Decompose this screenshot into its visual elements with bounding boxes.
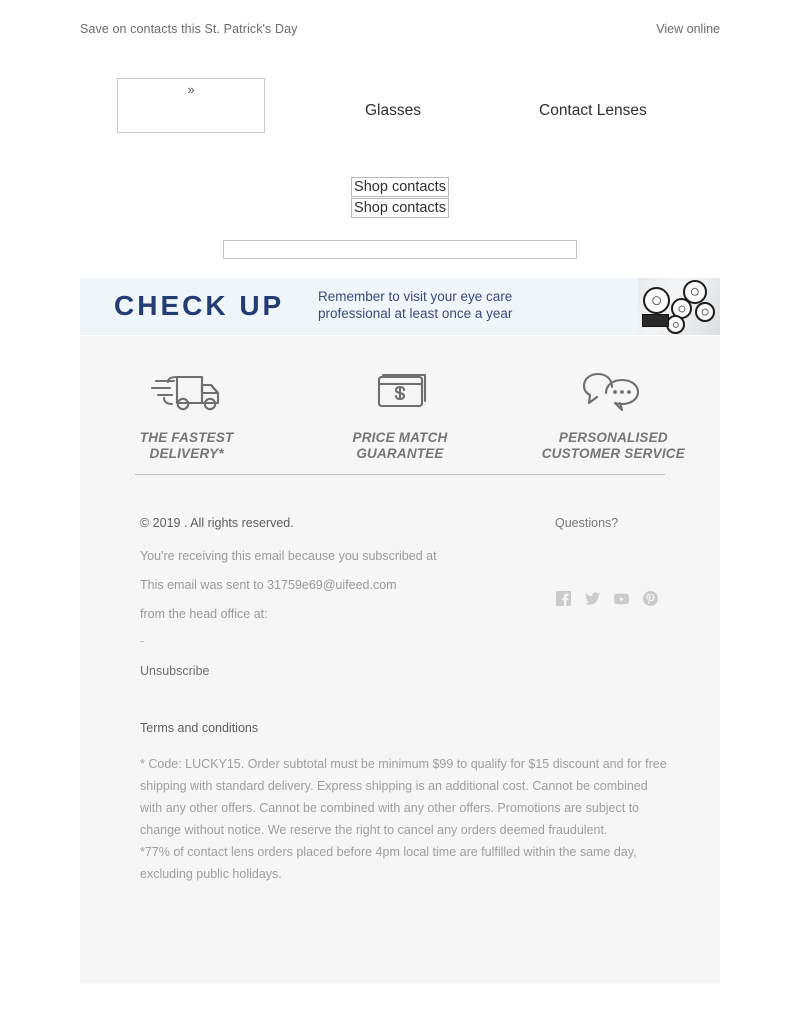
- youtube-icon[interactable]: [613, 591, 630, 606]
- phoropter-dial-icon: [695, 302, 715, 322]
- email-header: » Glasses Contact Lenses: [80, 78, 720, 138]
- questions-label: Questions?: [555, 516, 619, 530]
- pinterest-icon[interactable]: [643, 591, 658, 606]
- unsubscribe-link[interactable]: Unsubscribe: [140, 664, 209, 678]
- preheader-bar: Save on contacts this St. Patrick's Day …: [80, 18, 720, 40]
- nav-link-contact-lenses[interactable]: Contact Lenses: [539, 102, 647, 120]
- terms-paragraph-1: * Code: LUCKY15. Order subtotal must be …: [140, 757, 667, 837]
- feature-fastest-delivery: THE FASTEST DELIVERY*: [80, 362, 293, 462]
- footer-divider: [135, 474, 665, 475]
- delivery-truck-icon: [80, 362, 293, 416]
- checkup-banner: CHECK UP Remember to visit your eye care…: [80, 278, 720, 335]
- facebook-icon[interactable]: [556, 591, 571, 606]
- feature-label-line-2: CUSTOMER SERVICE: [541, 446, 685, 461]
- terms-paragraph-2: *77% of contact lens orders placed befor…: [140, 845, 637, 881]
- feature-customer-service: PERSONALISED CUSTOMER SERVICE: [507, 362, 720, 462]
- feature-label: PERSONALISED CUSTOMER SERVICE: [507, 430, 720, 462]
- feature-label-line-1: THE FASTEST: [139, 430, 234, 445]
- features-and-footer-section: THE FASTEST DELIVERY* PRICE MATCH GUARAN…: [80, 336, 720, 983]
- feature-label-line-1: PERSONALISED: [558, 430, 668, 445]
- footer-address-text: -: [140, 634, 145, 648]
- feature-label: PRICE MATCH GUARANTEE: [293, 430, 506, 462]
- footer-subscribed-text: You're receiving this email because you …: [140, 549, 437, 563]
- preheader-text: Save on contacts this St. Patrick's Day: [80, 22, 298, 36]
- feature-label: THE FASTEST DELIVERY*: [80, 430, 293, 462]
- shop-contacts-button-secondary[interactable]: Shop contacts: [351, 198, 449, 218]
- phoropter-screen-icon: [642, 314, 669, 327]
- shop-contacts-button-primary[interactable]: Shop contacts: [351, 177, 449, 197]
- footer-head-office-text: from the head office at:: [140, 607, 268, 621]
- feature-label-line-2: GUARANTEE: [356, 446, 444, 461]
- feature-price-match: PRICE MATCH GUARANTEE: [293, 362, 506, 462]
- social-links: [556, 591, 666, 606]
- feature-row: THE FASTEST DELIVERY* PRICE MATCH GUARAN…: [80, 362, 720, 462]
- terms-body: * Code: LUCKY15. Order subtotal must be …: [140, 753, 670, 885]
- checkup-subtitle: Remember to visit your eye care professi…: [318, 289, 512, 322]
- broken-image-glyph: »: [187, 82, 195, 97]
- terms-section: Terms and conditions * Code: LUCKY15. Or…: [140, 721, 670, 885]
- feature-label-line-1: PRICE MATCH: [352, 430, 448, 445]
- logo-image-placeholder[interactable]: »: [117, 78, 265, 133]
- phoropter-dial-icon: [643, 287, 670, 314]
- nav-link-glasses[interactable]: Glasses: [365, 102, 421, 120]
- terms-title: Terms and conditions: [140, 721, 259, 735]
- hero-image-placeholder[interactable]: [223, 240, 577, 259]
- view-online-link[interactable]: View online: [656, 22, 720, 36]
- checkup-subtitle-line-1: Remember to visit your eye care: [318, 289, 513, 304]
- phoropter-image: [638, 278, 720, 335]
- feature-label-line-2: DELIVERY*: [149, 446, 224, 461]
- price-tag-cards-icon: [293, 362, 506, 416]
- checkup-title: CHECK UP: [114, 290, 285, 321]
- hero-cta-group: Shop contacts Shop contacts: [80, 177, 720, 218]
- speech-bubbles-icon: [507, 362, 720, 416]
- twitter-icon[interactable]: [585, 591, 600, 606]
- checkup-subtitle-line-2: professional at least once a year: [318, 305, 513, 321]
